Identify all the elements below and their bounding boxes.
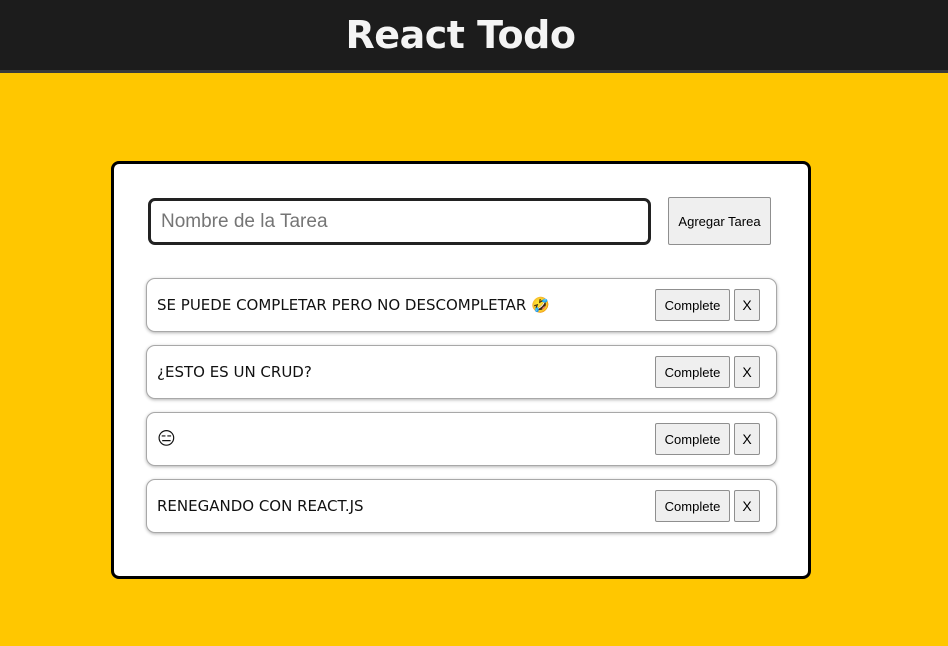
delete-button[interactable]: X [734, 356, 760, 388]
todo-text: 😑 [157, 428, 176, 450]
todo-list: SE PUEDE COMPLETAR PERO NO DESCOMPLETAR … [146, 278, 777, 546]
todo-text: RENEGANDO CON REACT.JS [157, 497, 364, 515]
delete-button[interactable]: X [734, 423, 760, 455]
complete-button[interactable]: Complete [655, 423, 730, 455]
todo-item: RENEGANDO CON REACT.JS Complete X [146, 479, 777, 533]
complete-button[interactable]: Complete [655, 356, 730, 388]
todo-card: Agregar Tarea SE PUEDE COMPLETAR PERO NO… [111, 161, 811, 579]
app-header: React Todo [0, 0, 948, 73]
add-task-button[interactable]: Agregar Tarea [668, 197, 771, 245]
todo-text: ¿ESTO ES UN CRUD? [157, 363, 312, 381]
complete-button[interactable]: Complete [655, 289, 730, 321]
page-title: React Todo [345, 12, 576, 57]
task-name-input[interactable] [148, 198, 651, 245]
todo-item: ¿ESTO ES UN CRUD? Complete X [146, 345, 777, 399]
todo-item: 😑 Complete X [146, 412, 777, 466]
todo-item: SE PUEDE COMPLETAR PERO NO DESCOMPLETAR … [146, 278, 777, 332]
complete-button[interactable]: Complete [655, 490, 730, 522]
delete-button[interactable]: X [734, 289, 760, 321]
delete-button[interactable]: X [734, 490, 760, 522]
todo-text: SE PUEDE COMPLETAR PERO NO DESCOMPLETAR … [157, 296, 550, 314]
